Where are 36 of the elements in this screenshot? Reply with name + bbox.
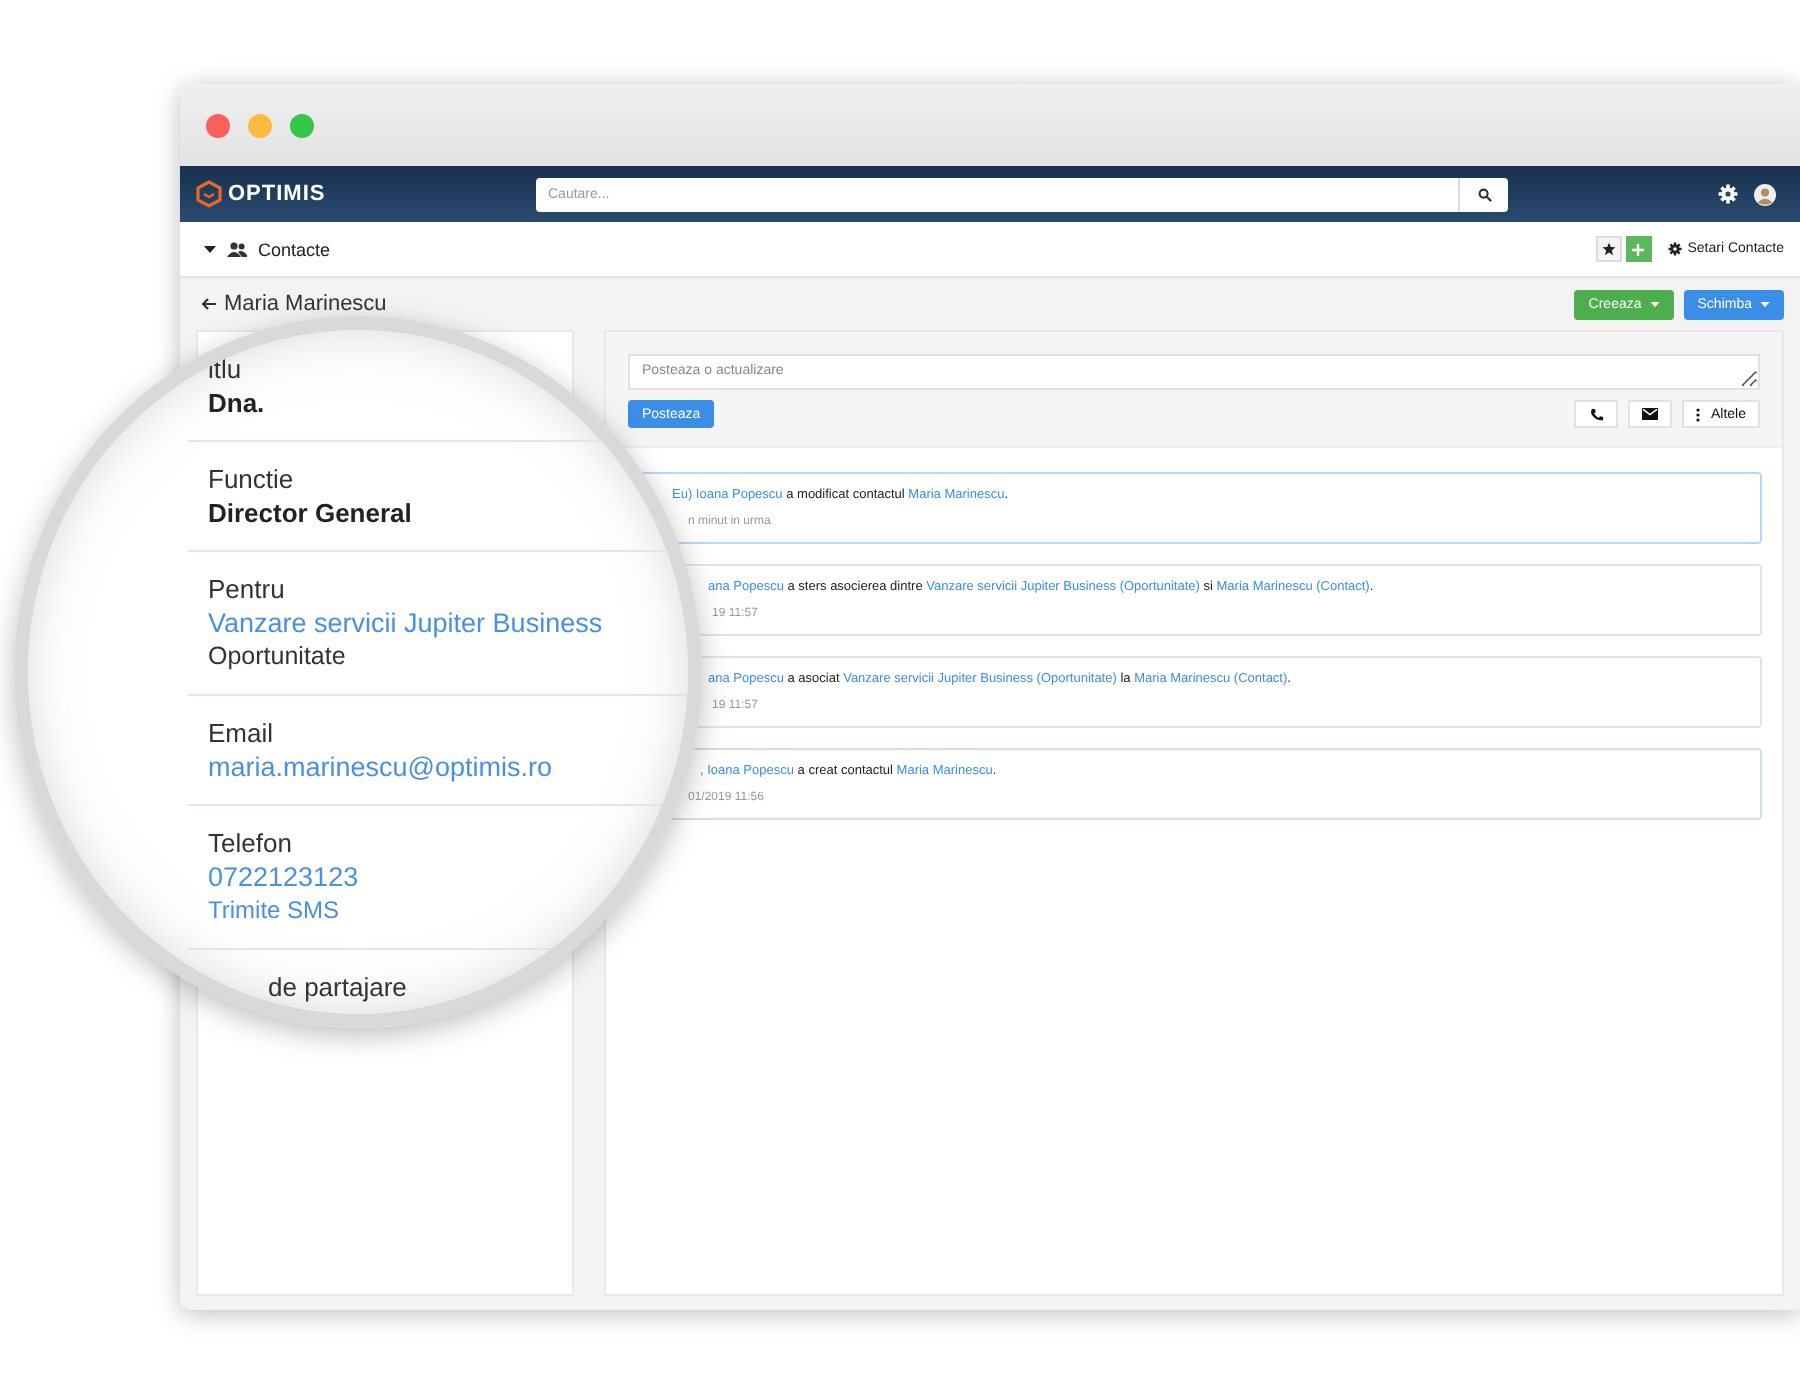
field-label: Pentru — [208, 572, 285, 606]
field-link[interactable]: Trimite SMS — [208, 894, 340, 928]
field-value: Director General — [208, 496, 412, 530]
caret-icon[interactable] — [204, 245, 216, 253]
field-link[interactable]: Vanzare servicii Jupiter Business — [208, 606, 603, 640]
field-label: Functie — [208, 462, 294, 496]
search-button[interactable] — [1458, 177, 1508, 211]
phone-icon — [1589, 407, 1604, 421]
plus-icon — [1632, 243, 1645, 255]
caret-icon — [1649, 301, 1660, 307]
call-button[interactable] — [1574, 400, 1619, 428]
more-icon — [1696, 407, 1701, 421]
field-label: itlu — [208, 352, 242, 386]
caret-icon — [1760, 301, 1770, 307]
settings-icon[interactable] — [1718, 184, 1738, 204]
field-link[interactable]: maria.marinescu@optimis.ro — [208, 750, 552, 784]
hexagon-icon — [196, 180, 222, 208]
favorite-button[interactable] — [1595, 236, 1622, 262]
module-title: Contacte — [258, 239, 331, 259]
search-icon[interactable] — [1477, 187, 1491, 201]
avatar-icon[interactable] — [1754, 183, 1776, 205]
people-icon — [226, 241, 248, 257]
logo-text: OPTIMIS — [228, 182, 326, 206]
field-value: Dna. — [208, 386, 265, 420]
email-button[interactable] — [1628, 400, 1673, 428]
field-label: de partajare — [268, 970, 407, 1004]
contact-name: Maria Marinescu — [224, 292, 387, 316]
star-icon — [1601, 242, 1616, 256]
close-icon[interactable] — [206, 113, 230, 137]
field-link[interactable]: 0722123123 — [208, 860, 359, 894]
field-label: Email — [208, 716, 274, 750]
back-arrow-icon[interactable] — [202, 298, 216, 310]
field-label: Telefon — [208, 826, 292, 860]
settings-icon — [1667, 242, 1682, 256]
field-note: Oportunitate — [208, 640, 346, 674]
envelope-icon — [1642, 408, 1659, 420]
